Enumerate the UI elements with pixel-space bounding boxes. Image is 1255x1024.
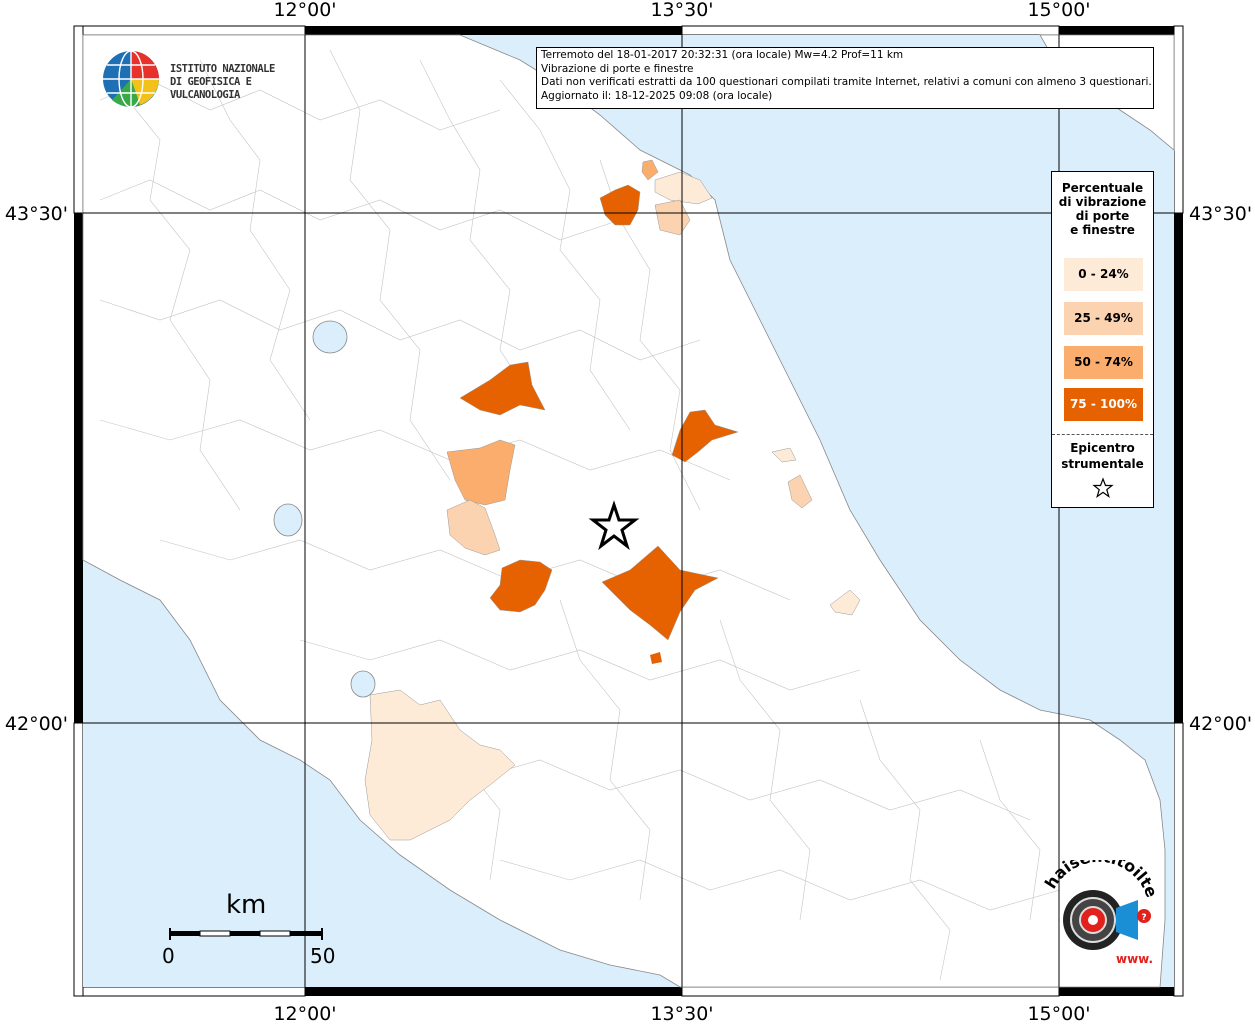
- legend-star-icon: [1092, 477, 1114, 498]
- bottom-lon-label-1: 12°00': [273, 1003, 336, 1024]
- right-lat-label-1: 43°30': [1189, 203, 1252, 225]
- ingv-line2: DI GEOFISICA E VULCANOLOGIA: [170, 76, 252, 101]
- scale-graphic: [169, 928, 323, 940]
- legend-epicenter-line2: strumentale: [1061, 457, 1144, 471]
- info-line-2: Vibrazione di porte e finestre: [541, 62, 694, 75]
- scale-max-label: 50: [310, 944, 336, 968]
- legend-title-line2: di vibrazione: [1058, 195, 1147, 209]
- legend-title: Percentuale di vibrazione di porte e fin…: [1052, 181, 1153, 237]
- lake-trasimeno: [312, 320, 348, 354]
- left-lat-label-1: 43°30': [5, 203, 68, 225]
- info-line-3: Dati non verificati estratti da 100 ques…: [541, 76, 1152, 88]
- legend-item-0-24: 0 - 24%: [1064, 258, 1143, 291]
- ingv-logo: ISTITUTO NAZIONALE DI GEOFISICA E VULCAN…: [100, 48, 310, 110]
- lake-bolsena: [273, 503, 303, 537]
- legend-item-75-100: 75 - 100%: [1064, 388, 1143, 421]
- hst-www-text: www.: [1116, 952, 1153, 966]
- legend: Percentuale di vibrazione di porte e fin…: [1051, 171, 1154, 508]
- svg-text:?: ?: [1141, 913, 1146, 923]
- info-line-4: Aggiornato il: 18-12-2025 09:08 (ora loc…: [541, 89, 773, 102]
- legend-epicenter-label: Epicentro strumentale: [1052, 440, 1153, 472]
- bottom-lon-label-3: 15°00': [1027, 1003, 1090, 1024]
- legend-separator: [1052, 434, 1153, 435]
- info-box: Terremoto del 18-01-2017 20:32:31 (ora l…: [536, 47, 1154, 109]
- ingv-line1: ISTITUTO NAZIONALE: [170, 63, 275, 75]
- lake-bracciano: [350, 670, 376, 698]
- legend-item-25-49: 25 - 49%: [1064, 302, 1143, 335]
- info-line-1: Terremoto del 18-01-2017 20:32:31 (ora l…: [541, 49, 904, 61]
- ingv-globe-icon: [103, 50, 159, 108]
- legend-title-line1: Percentuale: [1061, 181, 1144, 195]
- scale-unit: km: [226, 890, 267, 920]
- hst-target-icon: haisentitoilterremoto.it ? www.: [1028, 845, 1162, 966]
- scale-bar: km 0 50: [160, 890, 340, 970]
- right-lat-label-2: 42°00': [1189, 713, 1252, 735]
- bottom-lon-label-2: 13°30': [650, 1003, 713, 1024]
- top-lon-label-3: 15°00': [1027, 0, 1090, 21]
- scale-min-label: 0: [162, 944, 175, 968]
- top-lon-label-2: 13°30': [650, 0, 713, 21]
- legend-title-line4: e finestre: [1070, 223, 1135, 237]
- legend-epicenter-line1: Epicentro: [1070, 441, 1135, 455]
- legend-title-line3: di porte: [1075, 209, 1130, 223]
- ingv-logo-text: ISTITUTO NAZIONALE DI GEOFISICA E VULCAN…: [170, 63, 310, 102]
- top-lon-label-1: 12°00': [273, 0, 336, 21]
- map-area: [82, 34, 1175, 988]
- legend-item-50-74: 50 - 74%: [1064, 346, 1143, 379]
- left-lat-label-2: 42°00': [5, 713, 68, 735]
- hst-logo: haisentitoilterremoto.it ? www.: [1028, 845, 1162, 975]
